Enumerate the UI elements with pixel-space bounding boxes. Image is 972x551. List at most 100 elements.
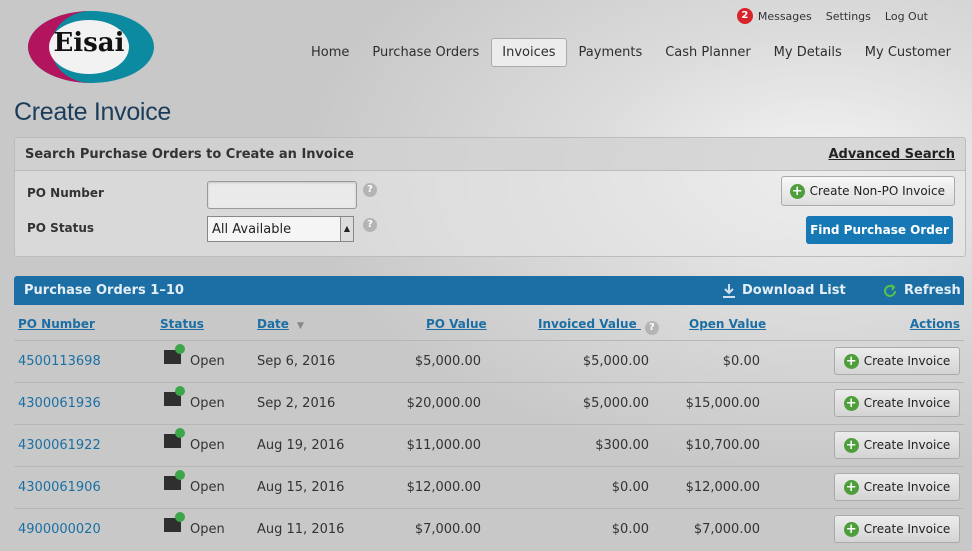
table-row: 4300061906 Open Aug 15, 2016 $12,000.00 … xyxy=(14,466,964,508)
messages-label: Messages xyxy=(757,9,812,23)
col-date[interactable]: Date ▼ xyxy=(257,317,304,331)
main-nav: Home Purchase Orders Invoices Payments C… xyxy=(299,38,962,67)
po-value-cell: $12,000.00 xyxy=(406,480,481,495)
refresh-label: Refresh xyxy=(904,283,961,298)
open-value-cell: $10,700.00 xyxy=(685,438,760,453)
results-title: Purchase Orders 1–10 xyxy=(24,283,184,298)
results-header: Purchase Orders 1–10 Download List Refre… xyxy=(14,276,964,305)
nav-invoices[interactable]: Invoices xyxy=(491,38,567,67)
find-purchase-order-button[interactable]: Find Purchase Order xyxy=(806,216,953,244)
invoiced-value-help-icon[interactable]: ? xyxy=(644,321,659,335)
col-po-number[interactable]: PO Number xyxy=(18,317,95,331)
table-header-row: PO Number Status Date ▼ PO Value Invoiced… xyxy=(14,305,964,340)
status-text: Open xyxy=(190,522,225,537)
po-number-link[interactable]: 4300061906 xyxy=(18,480,101,495)
create-non-po-invoice-button[interactable]: + Create Non-PO Invoice xyxy=(780,176,955,206)
po-status-value: All Available xyxy=(212,222,292,237)
search-panel-header: Search Purchase Orders to Create an Invo… xyxy=(15,138,965,171)
col-date-label: Date xyxy=(257,317,289,331)
nav-purchase-orders[interactable]: Purchase Orders xyxy=(361,38,490,67)
create-invoice-label: Create Invoice xyxy=(863,480,951,494)
table-row: 4500113698 Open Sep 6, 2016 $5,000.00 $5… xyxy=(14,340,964,382)
open-value-cell: $0.00 xyxy=(722,354,760,369)
po-value-cell: $20,000.00 xyxy=(406,396,481,411)
nav-my-details[interactable]: My Details xyxy=(763,38,853,67)
download-list-button[interactable]: Download List xyxy=(722,283,846,299)
po-status-help-icon[interactable]: ? xyxy=(363,218,377,232)
create-invoice-label: Create Invoice xyxy=(863,522,951,536)
create-invoice-button[interactable]: + Create Invoice xyxy=(834,515,960,543)
col-actions: Actions xyxy=(909,317,960,331)
col-invoiced-value[interactable]: Invoiced Value ? xyxy=(538,317,659,335)
plus-icon: + xyxy=(789,183,805,199)
refresh-icon xyxy=(884,283,896,297)
nav-home[interactable]: Home xyxy=(300,38,360,67)
po-number-label: PO Number xyxy=(27,186,104,200)
table-row: 4300061922 Open Aug 19, 2016 $11,000.00 … xyxy=(14,424,964,466)
purchase-orders-table: PO Number Status Date ▼ PO Value Invoiced… xyxy=(14,305,964,550)
status-text: Open xyxy=(190,354,225,369)
invoiced-value-cell: $0.00 xyxy=(611,480,649,495)
po-number-help-icon[interactable]: ? xyxy=(363,183,377,197)
utility-links: 2 Messages Settings Log Out xyxy=(736,8,928,24)
messages-count-badge: 2 xyxy=(736,8,753,24)
date-cell: Aug 11, 2016 xyxy=(257,522,345,537)
create-invoice-button[interactable]: + Create Invoice xyxy=(834,347,960,375)
date-cell: Aug 15, 2016 xyxy=(257,480,345,495)
logout-link[interactable]: Log Out xyxy=(885,10,928,23)
po-value-cell: $5,000.00 xyxy=(414,354,481,369)
col-invoiced-value-label: Invoiced Value xyxy=(538,317,637,331)
search-panel: Search Purchase Orders to Create an Invo… xyxy=(14,137,966,257)
status-text: Open xyxy=(190,396,225,411)
open-value-cell: $12,000.00 xyxy=(685,480,760,495)
download-list-label: Download List xyxy=(742,283,846,298)
page-title: Create Invoice xyxy=(14,98,171,126)
invoiced-value-cell: $5,000.00 xyxy=(582,396,649,411)
col-open-value[interactable]: Open Value xyxy=(689,317,766,331)
create-invoice-button[interactable]: + Create Invoice xyxy=(834,431,960,459)
create-invoice-button[interactable]: + Create Invoice xyxy=(834,389,960,417)
col-status[interactable]: Status xyxy=(160,317,204,331)
po-status-select[interactable]: All Available ▲ xyxy=(207,216,354,242)
po-number-link[interactable]: 4900000020 xyxy=(18,522,101,537)
invoiced-value-cell: $5,000.00 xyxy=(582,354,649,369)
plus-icon: + xyxy=(843,353,859,369)
po-number-link[interactable]: 4500113698 xyxy=(18,354,101,369)
plus-icon: + xyxy=(843,437,859,453)
col-po-value[interactable]: PO Value xyxy=(426,317,487,331)
nav-payments[interactable]: Payments xyxy=(568,38,654,67)
po-number-link[interactable]: 4300061936 xyxy=(18,396,101,411)
table-row: 4300061936 Open Sep 2, 2016 $20,000.00 $… xyxy=(14,382,964,424)
invoiced-value-cell: $300.00 xyxy=(595,438,649,453)
table-row: 4900000020 Open Aug 11, 2016 $7,000.00 $… xyxy=(14,508,964,550)
nav-cash-planner[interactable]: Cash Planner xyxy=(654,38,761,67)
date-cell: Sep 2, 2016 xyxy=(257,396,336,411)
plus-icon: + xyxy=(843,521,859,537)
settings-link[interactable]: Settings xyxy=(826,10,871,23)
refresh-button[interactable]: Refresh xyxy=(882,283,961,299)
select-arrow-icon: ▲ xyxy=(340,217,353,241)
plus-icon: + xyxy=(843,479,859,495)
eisai-logo[interactable]: Eisai xyxy=(27,10,156,85)
open-envelope-icon xyxy=(164,470,185,490)
create-invoice-label: Create Invoice xyxy=(863,396,951,410)
status-text: Open xyxy=(190,438,225,453)
po-number-input[interactable] xyxy=(207,181,357,209)
purchase-orders-panel: Purchase Orders 1–10 Download List Refre… xyxy=(14,276,964,551)
status-text: Open xyxy=(190,480,225,495)
date-cell: Aug 19, 2016 xyxy=(257,438,345,453)
open-value-cell: $15,000.00 xyxy=(685,396,760,411)
open-envelope-icon xyxy=(164,512,185,532)
open-envelope-icon xyxy=(164,386,185,406)
search-heading: Search Purchase Orders to Create an Invo… xyxy=(25,146,354,162)
download-icon xyxy=(723,283,735,298)
nav-my-customer[interactable]: My Customer xyxy=(854,38,962,67)
create-invoice-button[interactable]: + Create Invoice xyxy=(834,473,960,501)
po-number-link[interactable]: 4300061922 xyxy=(18,438,101,453)
messages-link[interactable]: 2 Messages xyxy=(736,8,812,24)
invoiced-value-cell: $0.00 xyxy=(611,522,649,537)
advanced-search-link[interactable]: Advanced Search xyxy=(828,147,955,162)
logo-text: Eisai xyxy=(53,28,125,58)
sort-desc-icon: ▼ xyxy=(296,321,304,331)
date-cell: Sep 6, 2016 xyxy=(257,354,336,369)
